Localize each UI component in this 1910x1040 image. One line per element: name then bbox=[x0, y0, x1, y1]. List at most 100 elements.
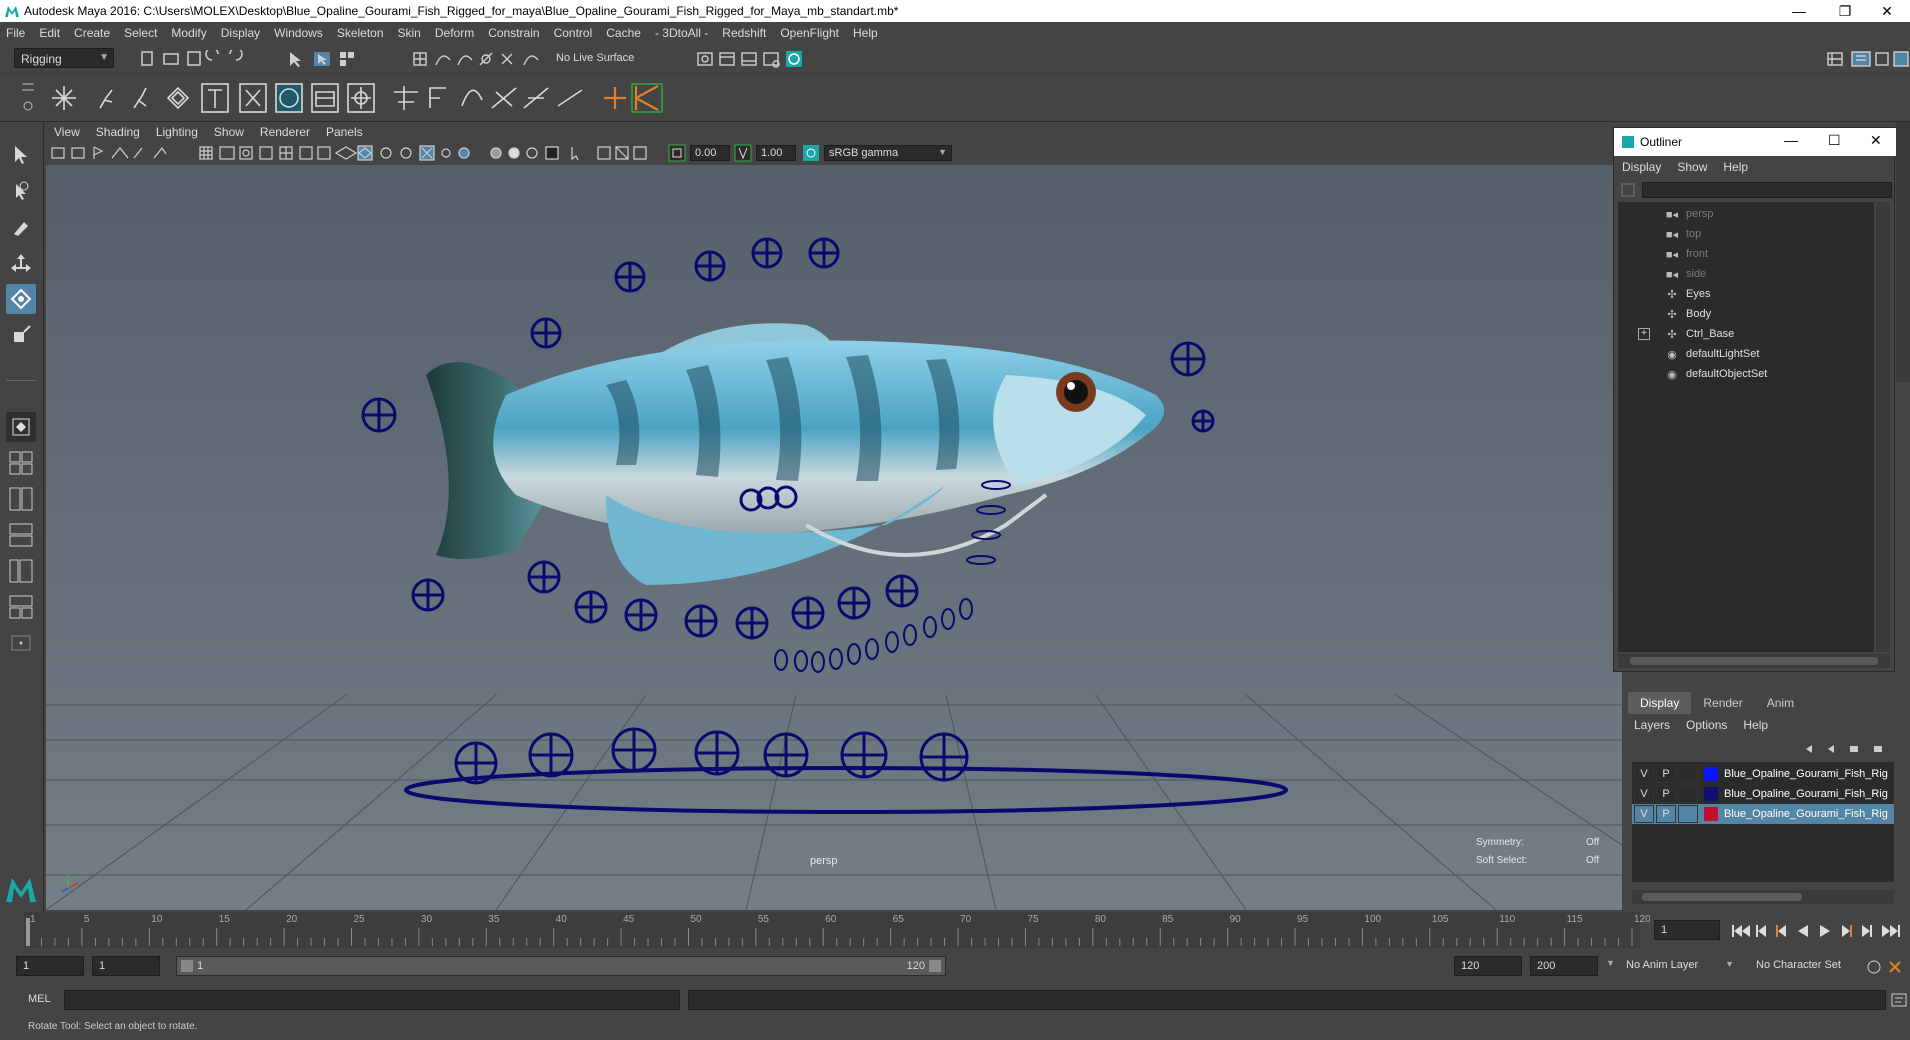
outliner-minimize-button[interactable]: — bbox=[1784, 132, 1798, 148]
layer-row[interactable]: V P Blue_Opaline_Gourami_Fish_Rig bbox=[1632, 764, 1894, 784]
outliner-item-default-light-set[interactable]: ◉ defaultLightSet bbox=[1618, 344, 1874, 364]
range-end-handle[interactable] bbox=[929, 960, 941, 972]
paint-select-tool-icon[interactable] bbox=[6, 212, 36, 242]
outliner-item-default-object-set[interactable]: ◉ defaultObjectSet bbox=[1618, 364, 1874, 384]
viewport-menu-renderer[interactable]: Renderer bbox=[260, 125, 310, 139]
viewport-menu-lighting[interactable]: Lighting bbox=[156, 125, 198, 139]
outliner-item-body[interactable]: ✣ Body bbox=[1618, 304, 1874, 324]
menu-edit[interactable]: Edit bbox=[39, 26, 60, 40]
3d-viewport[interactable]: persp Symmetry: Off Soft Select: Off bbox=[46, 165, 1622, 910]
move-tool-icon[interactable] bbox=[6, 248, 36, 278]
layer-playback-toggle[interactable]: P bbox=[1656, 785, 1676, 803]
layer-color-swatch[interactable] bbox=[1704, 807, 1718, 821]
range-start-handle[interactable] bbox=[181, 960, 193, 972]
outliner-menu-show[interactable]: Show bbox=[1677, 160, 1707, 174]
menu-3dtoall[interactable]: - 3DtoAll - bbox=[655, 26, 708, 40]
scrollbar-thumb[interactable] bbox=[1642, 893, 1802, 901]
menu-openflight[interactable]: OpenFlight bbox=[780, 26, 839, 40]
outliner-maximize-button[interactable]: ☐ bbox=[1828, 132, 1841, 149]
menu-redshift[interactable]: Redshift bbox=[722, 26, 766, 40]
gamma-field[interactable]: 1.00 bbox=[756, 145, 796, 161]
close-button[interactable]: ✕ bbox=[1864, 0, 1910, 22]
outliner-title-bar[interactable]: Outliner — ☐ ✕ bbox=[1614, 128, 1896, 156]
outliner-vertical-scrollbar[interactable] bbox=[1876, 202, 1890, 652]
current-frame-field[interactable]: 1 bbox=[1654, 920, 1720, 940]
exposure-field[interactable]: 0.00 bbox=[690, 145, 730, 161]
tab-display-layers[interactable]: Display bbox=[1628, 692, 1692, 714]
layer-menu-help[interactable]: Help bbox=[1743, 718, 1768, 732]
restore-button[interactable]: ❐ bbox=[1822, 0, 1868, 22]
layer-display-type[interactable] bbox=[1678, 805, 1698, 823]
menu-select[interactable]: Select bbox=[124, 26, 157, 40]
animation-prefs-icons[interactable] bbox=[1866, 958, 1906, 976]
filter-icon[interactable] bbox=[1620, 182, 1636, 198]
layer-display-type[interactable] bbox=[1678, 785, 1698, 803]
script-language-toggle[interactable]: MEL bbox=[28, 993, 51, 1005]
menu-help[interactable]: Help bbox=[853, 26, 878, 40]
range-slider[interactable]: 1 120 bbox=[176, 956, 946, 976]
tab-anim-layers[interactable]: Anim bbox=[1755, 692, 1806, 714]
outliner-search-input[interactable] bbox=[1642, 182, 1892, 198]
viewport-menu-view[interactable]: View bbox=[54, 125, 80, 139]
select-tool-icon[interactable] bbox=[6, 140, 36, 170]
persp-outliner-layout-icon[interactable] bbox=[6, 556, 36, 586]
live-surface-label[interactable]: No Live Surface bbox=[556, 52, 634, 64]
single-perspective-layout-icon[interactable] bbox=[6, 412, 36, 442]
menu-skeleton[interactable]: Skeleton bbox=[337, 26, 384, 40]
menu-file[interactable]: File bbox=[6, 26, 25, 40]
outliner-menu-display[interactable]: Display bbox=[1622, 160, 1661, 174]
outliner-item-ctrl-base[interactable]: + ✣ Ctrl_Base bbox=[1618, 324, 1874, 344]
menu-deform[interactable]: Deform bbox=[435, 26, 474, 40]
more-layouts-icon[interactable] bbox=[6, 628, 36, 658]
attribute-editor-tabs[interactable] bbox=[1896, 122, 1910, 382]
rotate-tool-icon[interactable] bbox=[6, 284, 36, 314]
character-set-dropdown[interactable]: No Character Set bbox=[1750, 956, 1864, 976]
time-slider[interactable]: 1 5 10 15 20 25 30 35 40 45 50 55 60 65 70 75 80 85 90 95 10… bbox=[24, 912, 1651, 948]
playback-start-field[interactable]: 1 bbox=[92, 956, 160, 976]
scrollbar-thumb[interactable] bbox=[1630, 657, 1878, 665]
end-time-field[interactable]: 200 bbox=[1530, 956, 1598, 976]
viewport-menu-panels[interactable]: Panels bbox=[326, 125, 363, 139]
four-view-layout-icon[interactable] bbox=[6, 448, 36, 478]
anim-layer-dropdown[interactable]: No Anim Layer ▼ bbox=[1620, 956, 1738, 976]
menu-cache[interactable]: Cache bbox=[606, 26, 641, 40]
menu-windows[interactable]: Windows bbox=[274, 26, 323, 40]
layer-visibility-toggle[interactable]: V bbox=[1634, 805, 1654, 823]
layer-horizontal-scrollbar[interactable] bbox=[1632, 890, 1894, 904]
menu-skin[interactable]: Skin bbox=[398, 26, 421, 40]
menu-control[interactable]: Control bbox=[554, 26, 593, 40]
playback-end-field[interactable]: 120 bbox=[1454, 956, 1522, 976]
scale-tool-icon[interactable] bbox=[6, 320, 36, 350]
outliner-item-front[interactable]: ■◂ front bbox=[1618, 244, 1874, 264]
outliner-item-side[interactable]: ■◂ side bbox=[1618, 264, 1874, 284]
outliner-item-persp[interactable]: ■◂ persp bbox=[1618, 204, 1874, 224]
layer-menu-options[interactable]: Options bbox=[1686, 718, 1727, 732]
color-space-dropdown[interactable]: sRGB gamma ▼ bbox=[824, 145, 952, 161]
layer-playback-toggle[interactable]: P bbox=[1656, 805, 1676, 823]
side-by-side-layout-icon[interactable] bbox=[6, 484, 36, 514]
viewport-menu-shading[interactable]: Shading bbox=[96, 125, 140, 139]
layer-row[interactable]: V P Blue_Opaline_Gourami_Fish_Rig bbox=[1632, 804, 1894, 824]
layer-playback-toggle[interactable]: P bbox=[1656, 765, 1676, 783]
outliner-graph-layout-icon[interactable] bbox=[6, 592, 36, 622]
start-time-field[interactable]: 1 bbox=[16, 956, 84, 976]
outliner-item-eyes[interactable]: ✣ Eyes bbox=[1618, 284, 1874, 304]
gamma-icon[interactable] bbox=[734, 144, 752, 162]
layer-visibility-toggle[interactable]: V bbox=[1634, 785, 1654, 803]
menu-display[interactable]: Display bbox=[221, 26, 260, 40]
minimize-button[interactable]: — bbox=[1776, 0, 1822, 22]
layer-action-icons[interactable] bbox=[1802, 740, 1892, 758]
menu-create[interactable]: Create bbox=[74, 26, 110, 40]
menu-modify[interactable]: Modify bbox=[171, 26, 206, 40]
menu-constrain[interactable]: Constrain bbox=[488, 26, 539, 40]
outliner-horizontal-scrollbar[interactable] bbox=[1618, 654, 1890, 668]
layer-visibility-toggle[interactable]: V bbox=[1634, 765, 1654, 783]
tab-render-layers[interactable]: Render bbox=[1691, 692, 1754, 714]
layer-color-swatch[interactable] bbox=[1704, 767, 1718, 781]
color-management-icon[interactable] bbox=[802, 144, 820, 162]
layer-menu-layers[interactable]: Layers bbox=[1634, 718, 1670, 732]
outliner-close-button[interactable]: ✕ bbox=[1870, 132, 1882, 149]
lasso-tool-icon[interactable] bbox=[6, 176, 36, 206]
outliner-item-top[interactable]: ■◂ top bbox=[1618, 224, 1874, 244]
layer-color-swatch[interactable] bbox=[1704, 787, 1718, 801]
